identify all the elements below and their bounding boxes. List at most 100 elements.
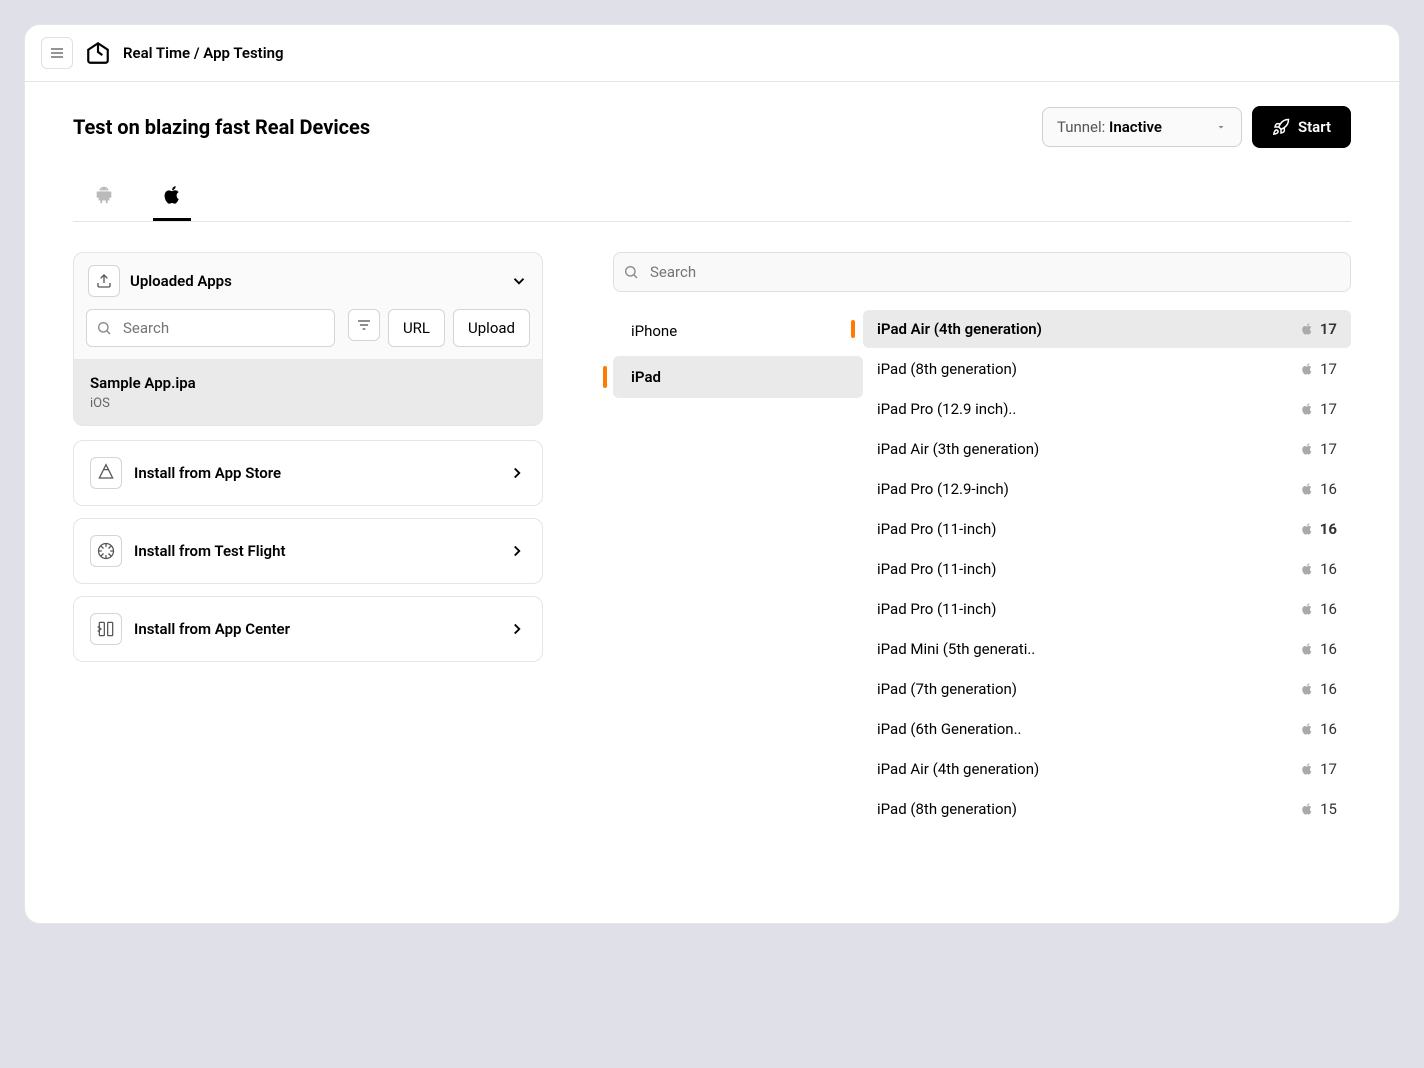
apple-icon [1300,482,1314,496]
search-icon [623,264,639,280]
left-column: Uploaded Apps URL Upload [73,252,543,674]
right-column: iPhoneiPad iPad Air (4th generation)17iP… [613,252,1351,830]
caret-down-icon [1215,121,1227,133]
install-source-card[interactable]: Install from App Center [73,596,543,662]
device-list: iPad Air (4th generation)17iPad (8th gen… [863,310,1351,830]
device-row[interactable]: iPad Mini (5th generati.. 16 [863,630,1351,668]
device-row[interactable]: iPad Air (4th generation) 17 [863,750,1351,788]
device-row[interactable]: iPad Pro (12.9 inch)..17 [863,390,1351,428]
apple-icon [1300,362,1314,376]
device-version: 16 [1300,480,1337,498]
breadcrumb: Real Time / App Testing [123,44,284,62]
device-row[interactable]: iPad (8th generation) 15 [863,790,1351,828]
top-row: Test on blazing fast Real Devices Tunnel… [73,106,1351,148]
device-version: 17 [1300,760,1337,778]
app-platform: iOS [90,396,526,411]
apps-search-wrap [86,309,340,347]
device-name: iPad Pro (11-inch) [877,520,996,538]
page-title: Test on blazing fast Real Devices [73,115,370,139]
device-columns: iPhoneiPad iPad Air (4th generation)17iP… [613,310,1351,830]
device-version: 16 [1300,680,1337,698]
apple-icon [1300,442,1314,456]
uploaded-apps-title: Uploaded Apps [130,272,232,290]
apple-icon [1300,602,1314,616]
device-row[interactable]: iPad (8th generation) 17 [863,350,1351,388]
header: Real Time / App Testing [25,25,1399,82]
content-columns: Uploaded Apps URL Upload [73,252,1351,830]
apple-icon [1300,762,1314,776]
device-version: 17 [1300,440,1337,458]
device-row[interactable]: iPad Pro (11-inch)16 [863,510,1351,548]
chevron-right-icon [508,542,526,560]
filter-icon [356,317,372,333]
install-source-card[interactable]: Install from Test Flight [73,518,543,584]
header-actions: Tunnel: Inactive Start [1042,106,1351,148]
device-version: 16 [1300,600,1337,618]
apple-icon [1300,322,1314,336]
apple-icon [1300,522,1314,536]
menu-button[interactable] [41,37,73,69]
device-row[interactable]: iPad Pro (11-inch) 16 [863,550,1351,588]
testflight-icon [90,535,122,567]
app-window: Real Time / App Testing Test on blazing … [24,24,1400,924]
device-name: iPad (6th Generation.. [877,720,1022,738]
start-button[interactable]: Start [1252,106,1351,148]
upload-icon-button[interactable] [88,265,120,297]
upload-button[interactable]: Upload [453,309,530,347]
device-version: 17 [1300,320,1337,338]
apple-icon [1300,562,1314,576]
platform-tabs [73,172,1351,222]
tab-apple[interactable] [153,172,191,221]
device-row[interactable]: iPad (6th Generation.. 16 [863,710,1351,748]
upload-icon [96,273,112,289]
apple-icon [1300,682,1314,696]
device-type-list: iPhoneiPad [613,310,863,830]
android-icon [93,184,115,206]
chevron-right-icon [508,620,526,638]
device-name: iPad Pro (12.9 inch).. [877,400,1016,418]
apps-search-input[interactable] [86,309,335,347]
uploaded-apps-header[interactable]: Uploaded Apps [74,253,542,309]
device-name: iPad Pro (12.9-inch) [877,480,1009,498]
hamburger-icon [49,45,65,61]
device-type-ipad[interactable]: iPad [613,356,863,398]
device-name: iPad Air (3th generation) [877,440,1039,458]
logo-icon [85,40,111,66]
uploaded-apps-panel: Uploaded Apps URL Upload [73,252,543,426]
filter-button[interactable] [348,309,380,341]
device-row[interactable]: iPad (7th generation) 16 [863,670,1351,708]
device-version: 17 [1300,360,1337,378]
device-type-iphone[interactable]: iPhone [613,310,863,352]
main-content: Test on blazing fast Real Devices Tunnel… [25,82,1399,854]
device-name: iPad Air (4th generation) [877,760,1039,778]
device-version: 15 [1300,800,1337,818]
app-name: Sample App.ipa [90,374,526,392]
device-name: iPad (8th generation) [877,800,1017,818]
device-name: iPad Air (4th generation) [877,320,1042,338]
device-name: iPad (7th generation) [877,680,1017,698]
url-button[interactable]: URL [388,309,445,347]
device-name: iPad Pro (11-inch) [877,560,996,578]
device-name: iPad Mini (5th generati.. [877,640,1035,658]
device-name: iPad (8th generation) [877,360,1017,378]
tunnel-dropdown[interactable]: Tunnel: Inactive [1042,107,1242,147]
apple-icon [1300,402,1314,416]
install-source-title: Install from App Center [134,620,290,638]
rocket-icon [1272,118,1290,136]
device-row[interactable]: iPad Pro (12.9-inch) 16 [863,470,1351,508]
device-version: 16 [1300,560,1337,578]
device-row[interactable]: iPad Air (3th generation) 17 [863,430,1351,468]
tab-android[interactable] [85,172,123,221]
app-item[interactable]: Sample App.ipa iOS [74,359,542,425]
device-row[interactable]: iPad Pro (11-inch)16 [863,590,1351,628]
install-source-title: Install from Test Flight [134,542,286,560]
device-version: 16 [1300,720,1337,738]
device-row[interactable]: iPad Air (4th generation) 17 [863,310,1351,348]
apple-icon [1300,642,1314,656]
start-button-label: Start [1298,118,1331,136]
install-source-card[interactable]: Install from App Store [73,440,543,506]
device-search-input[interactable] [613,252,1351,292]
device-version: 16 [1300,640,1337,658]
device-search-wrap [613,252,1351,292]
appcenter-icon [90,613,122,645]
